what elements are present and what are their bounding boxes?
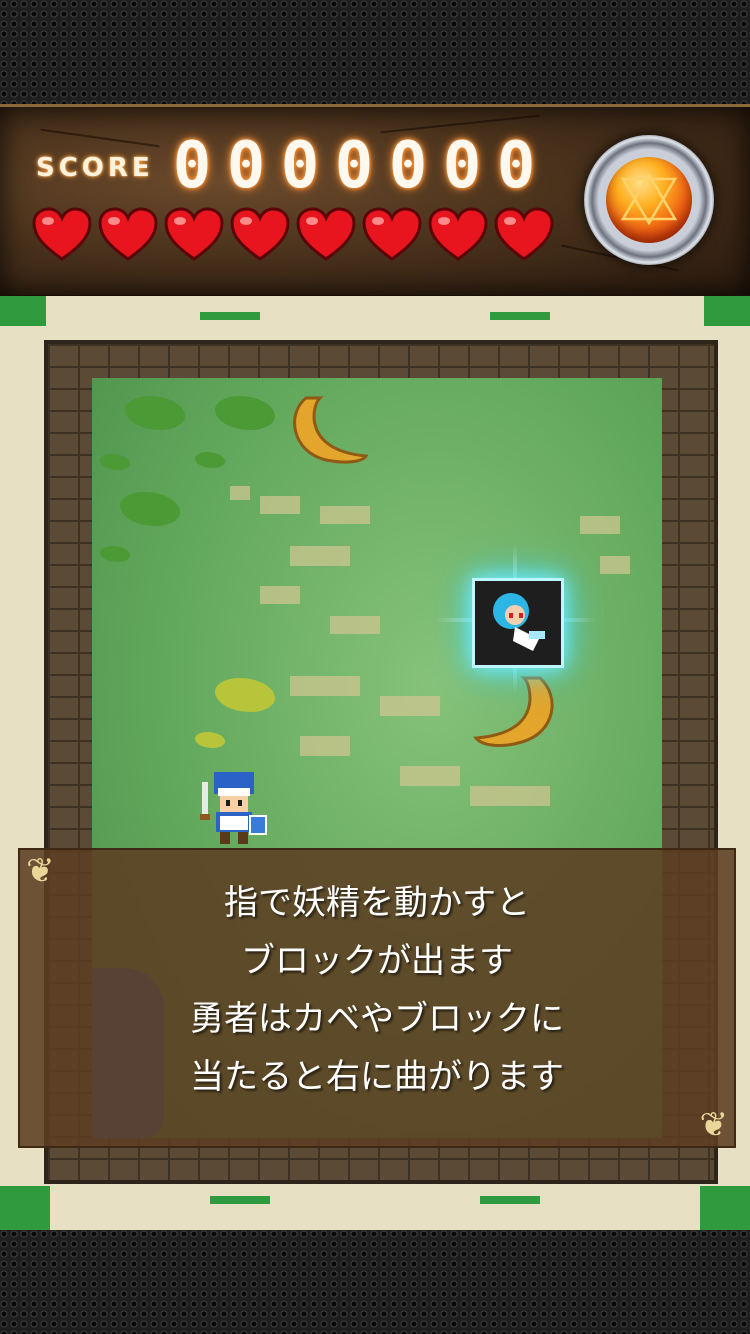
floor-tile <box>580 516 620 534</box>
floor-tile <box>290 546 350 566</box>
hero-sprite <box>200 772 267 844</box>
heart-icon <box>296 207 356 263</box>
ornament-icon: ❦ <box>699 1105 729 1145</box>
score-digit: 0 <box>172 129 212 203</box>
floor-tile <box>260 586 300 604</box>
score-digit: 0 <box>388 129 428 203</box>
tutorial-line: ブロックが出ます <box>241 941 513 981</box>
heart-icon <box>494 207 554 263</box>
heart-icon <box>362 207 422 263</box>
score-digits: 0 0 0 0 0 0 0 <box>166 129 542 203</box>
banana-peel-icon <box>293 396 368 464</box>
tutorial-line: 指で妖精を動かすと <box>224 883 530 923</box>
vine-decoration <box>0 296 46 326</box>
hud-panel: SCORE 0 0 0 0 0 0 0 <box>0 104 750 299</box>
vine-decoration <box>704 296 750 326</box>
bottom-grille <box>0 1230 750 1334</box>
hud-crack <box>40 128 160 148</box>
score-digit: 0 <box>280 129 320 203</box>
floor-tile <box>380 696 440 716</box>
vine-decoration <box>210 1196 270 1204</box>
vine-decoration <box>200 312 260 320</box>
tutorial-dialog: ❦ ❦ 指で妖精を動かすと ブロックが出ます 勇者はカベやブロックに 当たると右… <box>18 848 736 1148</box>
fairy-sprite[interactable] <box>472 578 564 668</box>
heart-icon <box>164 207 224 263</box>
tutorial-line: 当たると右に曲がります <box>190 1057 564 1097</box>
vine-decoration <box>700 1186 750 1230</box>
score-digit: 0 <box>496 129 536 203</box>
floor-tile <box>300 736 350 756</box>
score-digit: 0 <box>442 129 482 203</box>
score-digit: 0 <box>334 129 374 203</box>
tutorial-line: 勇者はカベやブロックに <box>190 999 564 1039</box>
floor-tile <box>330 616 380 634</box>
score-digit: 0 <box>226 129 266 203</box>
heart-icon <box>230 207 290 263</box>
vine-decoration <box>480 1196 540 1204</box>
vine-decoration <box>0 1186 50 1230</box>
floor-tile <box>260 496 300 514</box>
fairy-orb-icon <box>606 157 692 243</box>
heart-icon <box>98 207 158 263</box>
score-label: SCORE <box>36 153 154 183</box>
floor-tile <box>320 506 370 524</box>
floor-tile <box>470 786 550 806</box>
floor-tile <box>600 556 630 574</box>
life-hearts <box>32 207 554 263</box>
floor-tile <box>400 766 460 786</box>
heart-icon <box>32 207 92 263</box>
floor-tile <box>290 676 360 696</box>
top-grille <box>0 0 750 104</box>
game-field[interactable]: ❦ ❦ 指で妖精を動かすと ブロックが出ます 勇者はカベやブロックに 当たると右… <box>0 296 750 1230</box>
heart-icon <box>428 207 488 263</box>
fairy-orb-button[interactable] <box>584 135 714 265</box>
vine-decoration <box>490 312 550 320</box>
tutorial-text: 指で妖精を動かすと ブロックが出ます 勇者はカベやブロックに 当たると右に曲がり… <box>20 874 734 1106</box>
floor-tile <box>230 486 250 500</box>
